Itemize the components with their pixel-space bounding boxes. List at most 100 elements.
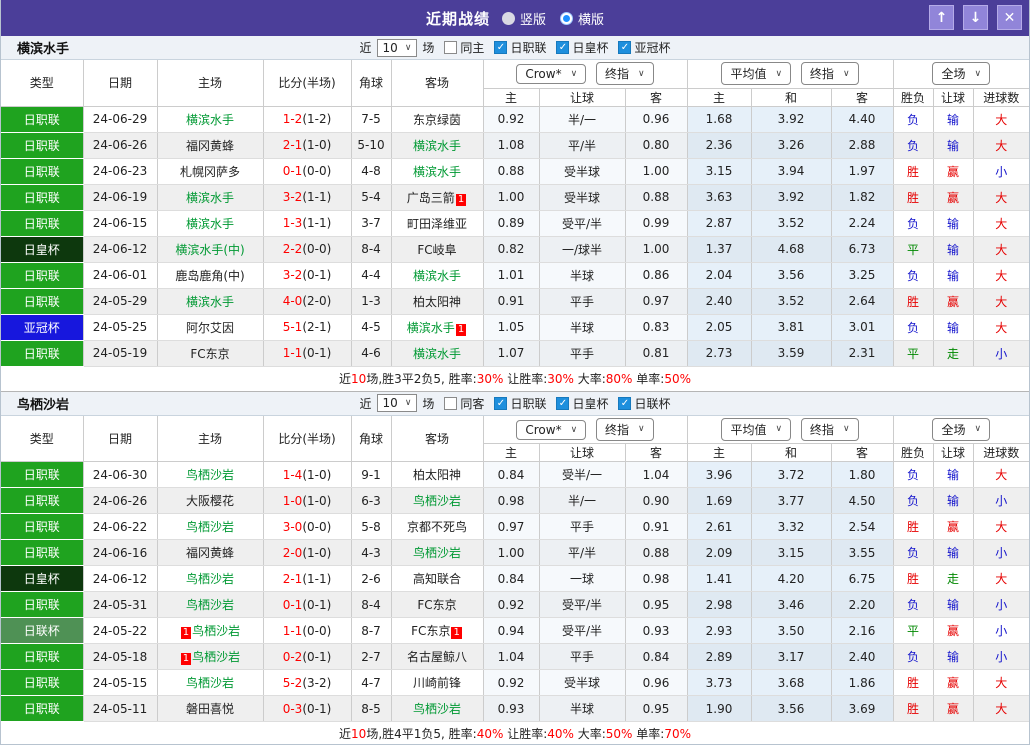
average-odds-cell: 2.40 <box>831 643 894 670</box>
league-filter-label: 日皇杯 <box>572 41 609 55</box>
sub-header-handicap-result: 让球 <box>933 443 974 462</box>
league-filter-checkbox[interactable]: ✓ <box>618 41 632 54</box>
corner-score: 4-5 <box>351 314 392 341</box>
result-cell: 胜 <box>893 184 934 211</box>
result-cell: 大 <box>973 236 1029 263</box>
odds-time-dropdown[interactable]: 终指 ∨ <box>596 62 654 86</box>
recent-count-select[interactable]: 10 ∨ <box>376 38 418 57</box>
horizontal-layout-radio[interactable]: 横版 <box>560 9 604 28</box>
halftime-score: (0-1) <box>302 701 332 716</box>
team-name: 鸟栖沙岩 <box>17 397 70 413</box>
chevron-down-icon: ∨ <box>974 424 982 435</box>
vertical-layout-radio[interactable]: 竖版 <box>501 9 546 28</box>
match-date: 24-05-18 <box>83 643 158 670</box>
average-dropdown[interactable]: 平均值 ∨ <box>721 62 792 86</box>
halftime-score: (0-0) <box>302 519 332 534</box>
result-cell: 输 <box>933 132 974 159</box>
chevron-down-icon: ∨ <box>775 68 783 79</box>
result-cell: 赢 <box>933 288 974 315</box>
halftime-score: (0-0) <box>302 623 332 638</box>
bookmaker-odds-cell: 1.00 <box>483 184 540 211</box>
avg-time-dropdown[interactable]: 终指 ∨ <box>800 62 859 86</box>
fulltime-score: 2-1 <box>282 138 303 152</box>
league-filter-checkbox[interactable]: ✓ <box>556 396 570 410</box>
team-name-text: 鸟栖沙岩 <box>185 676 234 690</box>
bookmaker-dropdown[interactable]: Crow* ∨ <box>516 419 587 440</box>
match-date: 24-05-11 <box>83 695 158 722</box>
score-cell: 0-3(0-1) <box>263 695 352 722</box>
sub-header-away-odds: 客 <box>625 443 688 462</box>
result-cell: 输 <box>933 210 974 237</box>
match-date: 24-06-01 <box>83 262 158 289</box>
bookmaker-odds-cell: 1.00 <box>625 158 688 185</box>
result-cell: 输 <box>933 461 974 488</box>
result-cell: 输 <box>933 314 974 341</box>
match-scope-dropdown[interactable]: 全场 ∨ <box>932 417 991 441</box>
corner-score: 3-7 <box>351 210 392 237</box>
corner-score: 4-4 <box>351 262 392 289</box>
team-name-text: 鹿岛鹿角(中) <box>175 268 245 283</box>
fulltime-score: 5-1 <box>282 320 303 334</box>
chevron-down-icon: ∨ <box>404 398 412 408</box>
average-odds-cell: 3.32 <box>751 513 832 540</box>
league-filter-checkbox[interactable]: ✓ <box>494 41 508 54</box>
league-filter-checkbox[interactable]: ✓ <box>494 396 508 410</box>
league-filter-checkbox[interactable]: ✓ <box>556 41 570 54</box>
bookmaker-odds-cell: 受半球 <box>539 184 626 211</box>
average-odds-cell: 3.92 <box>751 106 832 133</box>
same-venue-checkbox[interactable] <box>444 41 458 54</box>
average-odds-cell: 3.77 <box>751 487 832 514</box>
odds-time-dropdown[interactable]: 终指 ∨ <box>596 417 654 441</box>
match-date: 24-06-29 <box>83 106 158 133</box>
match-row: 日职联 24-05-29 横滨水手 4-0(2-0) 1-3 柏太阳神 0.91 平手 0.97… <box>1 288 1029 315</box>
match-row: 日职联 24-05-18 1 鸟栖沙岩 0-2(0-1) 2-7 名古屋鲸八 1.04 平手 0.… <box>1 643 1029 670</box>
fulltime-score: 1-0 <box>282 493 303 508</box>
avg-time-dropdown[interactable]: 终指 ∨ <box>800 417 859 441</box>
match-date: 24-06-26 <box>83 487 158 514</box>
result-cell: 输 <box>933 539 974 566</box>
col-header-corner: 角球 <box>351 60 392 107</box>
score-cell: 0-1(0-0) <box>263 158 352 185</box>
result-cell: 负 <box>893 262 934 289</box>
league-type-cell: 日联杯 <box>1 617 84 644</box>
result-cell: 负 <box>893 643 934 670</box>
result-cell: 大 <box>973 132 1029 159</box>
halftime-score: (1-0) <box>302 467 332 482</box>
team-name-text: 鸟栖沙岩 <box>192 624 241 638</box>
league-type-cell: 日皇杯 <box>1 236 84 263</box>
result-cell: 输 <box>933 262 974 289</box>
move-down-button[interactable]: ↓ <box>963 5 988 30</box>
team-name-text: 阿尔艾因 <box>185 320 234 335</box>
average-odds-cell: 3.52 <box>751 288 832 315</box>
average-dropdown[interactable]: 平均值 ∨ <box>721 417 792 441</box>
bookmaker-odds-cell: 0.86 <box>625 262 688 289</box>
league-type-cell: 日职联 <box>1 539 84 566</box>
result-cell: 大 <box>973 314 1029 341</box>
match-filter-bar: 近 10 ∨ 场 同主 ✓ 日职联 ✓ 日皇杯 ✓ 亚冠杯 <box>1 38 1029 57</box>
match-scope-dropdown[interactable]: 全场 ∨ <box>932 62 991 86</box>
league-type-cell: 日职联 <box>1 695 84 722</box>
bookmaker-dropdown[interactable]: Crow* ∨ <box>516 64 587 85</box>
league-filter-checkbox[interactable]: ✓ <box>618 396 632 410</box>
team-name-text: 鸟栖沙岩 <box>192 650 241 664</box>
sub-header-handicap: 让球 <box>539 443 626 462</box>
move-up-button[interactable]: ↑ <box>929 5 954 30</box>
titlebar-buttons: ↑ ↓ ✕ <box>929 5 1022 30</box>
corner-score: 9-1 <box>351 461 392 488</box>
bookmaker-odds-cell: 受半球 <box>539 158 626 185</box>
match-date: 24-05-19 <box>83 340 158 367</box>
average-odds-cell: 1.90 <box>687 695 752 722</box>
result-cell: 赢 <box>933 158 974 185</box>
average-odds-cell: 1.97 <box>831 158 894 185</box>
average-odds-cell: 3.94 <box>751 158 832 185</box>
match-row: 日职联 24-06-23 札幌冈萨多 0-1(0-0) 4-8 横滨水手 0.88 受半球 1.… <box>1 158 1029 185</box>
bookmaker-odds-cell: 1.00 <box>625 236 688 263</box>
recent-count-select[interactable]: 10 ∨ <box>376 394 418 412</box>
bookmaker-odds-cell: 半/一 <box>539 106 626 133</box>
red-card-badge: 1 <box>180 627 192 639</box>
close-button[interactable]: ✕ <box>997 5 1022 30</box>
away-team-cell: FC岐阜 <box>391 236 484 263</box>
check-icon: ✓ <box>496 42 506 53</box>
same-venue-checkbox[interactable] <box>444 396 458 410</box>
bookmaker-odds-cell: 受平/半 <box>539 617 626 644</box>
